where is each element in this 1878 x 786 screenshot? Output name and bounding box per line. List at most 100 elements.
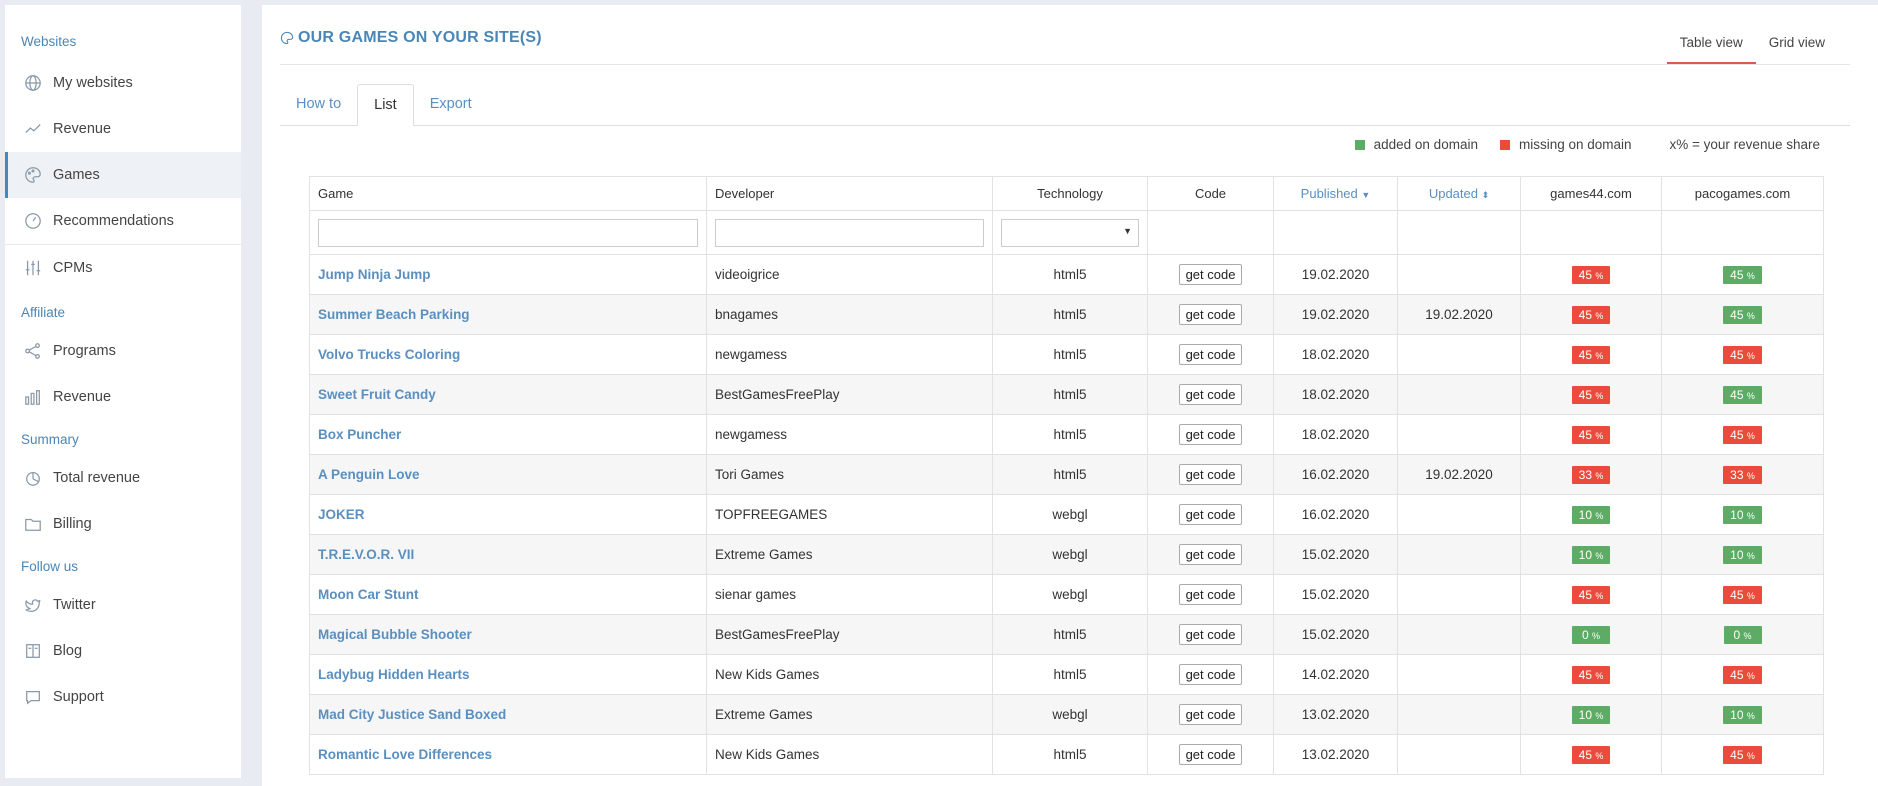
tab-list[interactable]: List [357, 84, 414, 126]
tab-grid-view[interactable]: Grid view [1756, 29, 1838, 65]
sidebar-item-cpms[interactable]: CPMs [5, 245, 241, 291]
published-cell: 15.02.2020 [1273, 574, 1398, 615]
updated-cell [1397, 254, 1521, 295]
developer-cell: TOPFREEGAMES [706, 494, 993, 535]
get-code-button[interactable]: get code [1178, 664, 1243, 685]
sidebar-item-recommendations[interactable]: Recommendations [5, 198, 241, 244]
updated-cell [1397, 374, 1521, 415]
games-table: Game Developer Technology Code Published… [309, 176, 1824, 775]
get-code-button[interactable]: get code [1178, 344, 1243, 365]
legend-added-label: added on domain [1373, 137, 1478, 152]
revenue-share-badge: 45 % [1571, 265, 1611, 284]
sidebar-item-affiliate-revenue[interactable]: Revenue [5, 374, 241, 420]
updated-cell [1397, 614, 1521, 655]
sidebar-item-label: Revenue [53, 121, 112, 137]
percent-sign: % [1746, 390, 1755, 401]
col-game[interactable]: Game [309, 176, 707, 211]
published-cell: 19.02.2020 [1273, 254, 1398, 295]
table-row: Romantic Love Differences New Kids Games h… [309, 734, 1824, 775]
domain-2-cell: 45 % [1661, 374, 1824, 415]
game-link[interactable]: T.R.E.V.O.R. VII [309, 534, 707, 575]
developer-cell: Tori Games [706, 454, 993, 495]
code-cell: get code [1147, 694, 1274, 735]
sidebar-item-label: Twitter [53, 597, 96, 613]
revenue-share-badge: 10 % [1571, 545, 1611, 564]
sidebar-item-games[interactable]: Games [5, 152, 241, 198]
game-link[interactable]: Romantic Love Differences [309, 734, 707, 775]
col-domain-1: games44.com [1520, 176, 1662, 211]
col-updated[interactable]: Updated ⬍ [1397, 176, 1521, 211]
updated-cell: 19.02.2020 [1397, 454, 1521, 495]
technology-cell: html5 [992, 414, 1148, 455]
revenue-share-value: 0 [1733, 627, 1741, 642]
get-code-button[interactable]: get code [1178, 704, 1243, 725]
get-code-button[interactable]: get code [1178, 264, 1243, 285]
revenue-share-value: 45 [1730, 347, 1744, 362]
get-code-button[interactable]: get code [1178, 384, 1243, 405]
code-cell: get code [1147, 254, 1274, 295]
get-code-button[interactable]: get code [1178, 424, 1243, 445]
revenue-share-value: 10 [1578, 507, 1592, 522]
code-cell: get code [1147, 374, 1274, 415]
game-link[interactable]: Ladybug Hidden Hearts [309, 654, 707, 695]
revenue-share-badge: 45 % [1723, 305, 1762, 324]
published-cell: 18.02.2020 [1273, 334, 1398, 375]
domain-1-cell: 45 % [1520, 734, 1662, 775]
sidebar-item-total-revenue[interactable]: Total revenue [5, 455, 241, 501]
tab-export[interactable]: Export [414, 84, 488, 125]
revenue-share-value: 10 [1730, 547, 1744, 562]
tab-table-view[interactable]: Table view [1666, 29, 1756, 65]
updated-cell [1397, 574, 1521, 615]
get-code-button[interactable]: get code [1178, 304, 1243, 325]
col-technology[interactable]: Technology [992, 176, 1148, 211]
game-filter-input[interactable] [318, 218, 698, 247]
sidebar-item-billing[interactable]: Billing [5, 501, 241, 547]
technology-cell: html5 [992, 294, 1148, 335]
bar-chart-icon [23, 387, 43, 407]
game-link[interactable]: Sweet Fruit Candy [309, 374, 707, 415]
game-link[interactable]: Volvo Trucks Coloring [309, 334, 707, 375]
table-row: Jump Ninja Jump videoigrice html5 get code 1… [309, 254, 1824, 295]
get-code-button[interactable]: get code [1178, 624, 1243, 645]
sidebar-item-twitter[interactable]: Twitter [5, 582, 241, 628]
code-cell: get code [1147, 494, 1274, 535]
game-link[interactable]: A Penguin Love [309, 454, 707, 495]
game-link[interactable]: Box Puncher [309, 414, 707, 455]
get-code-button[interactable]: get code [1178, 584, 1243, 605]
developer-filter-input[interactable] [715, 218, 984, 247]
legend-missing: missing on domain [1499, 137, 1632, 152]
sidebar-item-label: Billing [53, 516, 92, 532]
palette-icon [280, 31, 294, 45]
sidebar-item-revenue[interactable]: Revenue [5, 106, 241, 152]
get-code-button[interactable]: get code [1178, 504, 1243, 525]
sidebar-item-my-websites[interactable]: My websites [5, 60, 241, 106]
game-link[interactable]: Mad City Justice Sand Boxed [309, 694, 707, 735]
get-code-button[interactable]: get code [1178, 744, 1243, 765]
published-cell: 14.02.2020 [1273, 654, 1398, 695]
game-link[interactable]: Moon Car Stunt [309, 574, 707, 615]
domain-2-cell: 45 % [1661, 294, 1824, 335]
game-link[interactable]: JOKER [309, 494, 707, 535]
code-cell: get code [1147, 334, 1274, 375]
sidebar-item-support[interactable]: Support [5, 674, 241, 720]
tab-how-to[interactable]: How to [280, 84, 357, 125]
domain-2-cell: 45 % [1661, 414, 1824, 455]
game-link[interactable]: Summer Beach Parking [309, 294, 707, 335]
domain-1-cell: 45 % [1520, 254, 1662, 295]
get-code-button[interactable]: get code [1178, 464, 1243, 485]
domain-1-cell: 45 % [1520, 334, 1662, 375]
chat-icon [23, 687, 43, 707]
technology-cell: webgl [992, 574, 1148, 615]
sidebar-item-programs[interactable]: Programs [5, 328, 241, 374]
revenue-share-badge: 45 % [1723, 665, 1762, 684]
get-code-button[interactable]: get code [1178, 544, 1243, 565]
game-link[interactable]: Jump Ninja Jump [309, 254, 707, 295]
red-square-icon [1499, 139, 1510, 150]
sidebar-item-blog[interactable]: Blog [5, 628, 241, 674]
table-row: Box Puncher newgamess html5 get code 18.02.2… [309, 414, 1824, 455]
table-row: Volvo Trucks Coloring newgamess html5 get c… [309, 334, 1824, 375]
technology-filter-select[interactable]: ▼ [1001, 218, 1139, 247]
game-link[interactable]: Magical Bubble Shooter [309, 614, 707, 655]
col-developer[interactable]: Developer [706, 176, 993, 211]
col-published[interactable]: Published ▼ [1273, 176, 1398, 211]
